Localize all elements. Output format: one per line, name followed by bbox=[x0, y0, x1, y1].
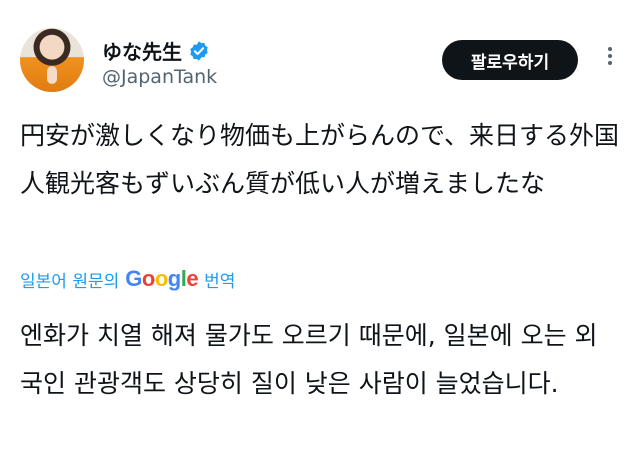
translation-attribution[interactable]: 일본어 원문의 Google 번역 bbox=[20, 266, 235, 292]
google-letter: e bbox=[186, 266, 199, 291]
user-handle[interactable]: @JapanTank bbox=[102, 66, 217, 88]
more-dots-icon[interactable] bbox=[598, 44, 622, 68]
translated-text: 엔화가 치열 해져 물가도 오르기 때문에, 일본에 오는 외국인 관광객도 상… bbox=[20, 321, 598, 398]
tweet-text: 円安が激しくなり物価も上がらんので、来日する外国人観光客もずいぶん質が低い人が増… bbox=[20, 121, 620, 198]
follow-button[interactable]: 팔로우하기 bbox=[442, 40, 578, 80]
translation-suffix: 번역 bbox=[204, 271, 236, 292]
name-row: ゆな先生 bbox=[102, 36, 210, 65]
google-letter: G bbox=[125, 266, 142, 291]
google-letter: g bbox=[167, 266, 181, 291]
avatar-hands bbox=[47, 66, 57, 84]
display-name[interactable]: ゆな先生 bbox=[102, 36, 182, 65]
avatar[interactable] bbox=[20, 28, 84, 92]
google-logo: Google bbox=[125, 266, 198, 292]
translation-prefix: 일본어 원문의 bbox=[20, 271, 120, 292]
verified-badge-icon bbox=[190, 40, 208, 61]
google-letter: o bbox=[154, 266, 168, 291]
google-letter: o bbox=[141, 266, 155, 291]
